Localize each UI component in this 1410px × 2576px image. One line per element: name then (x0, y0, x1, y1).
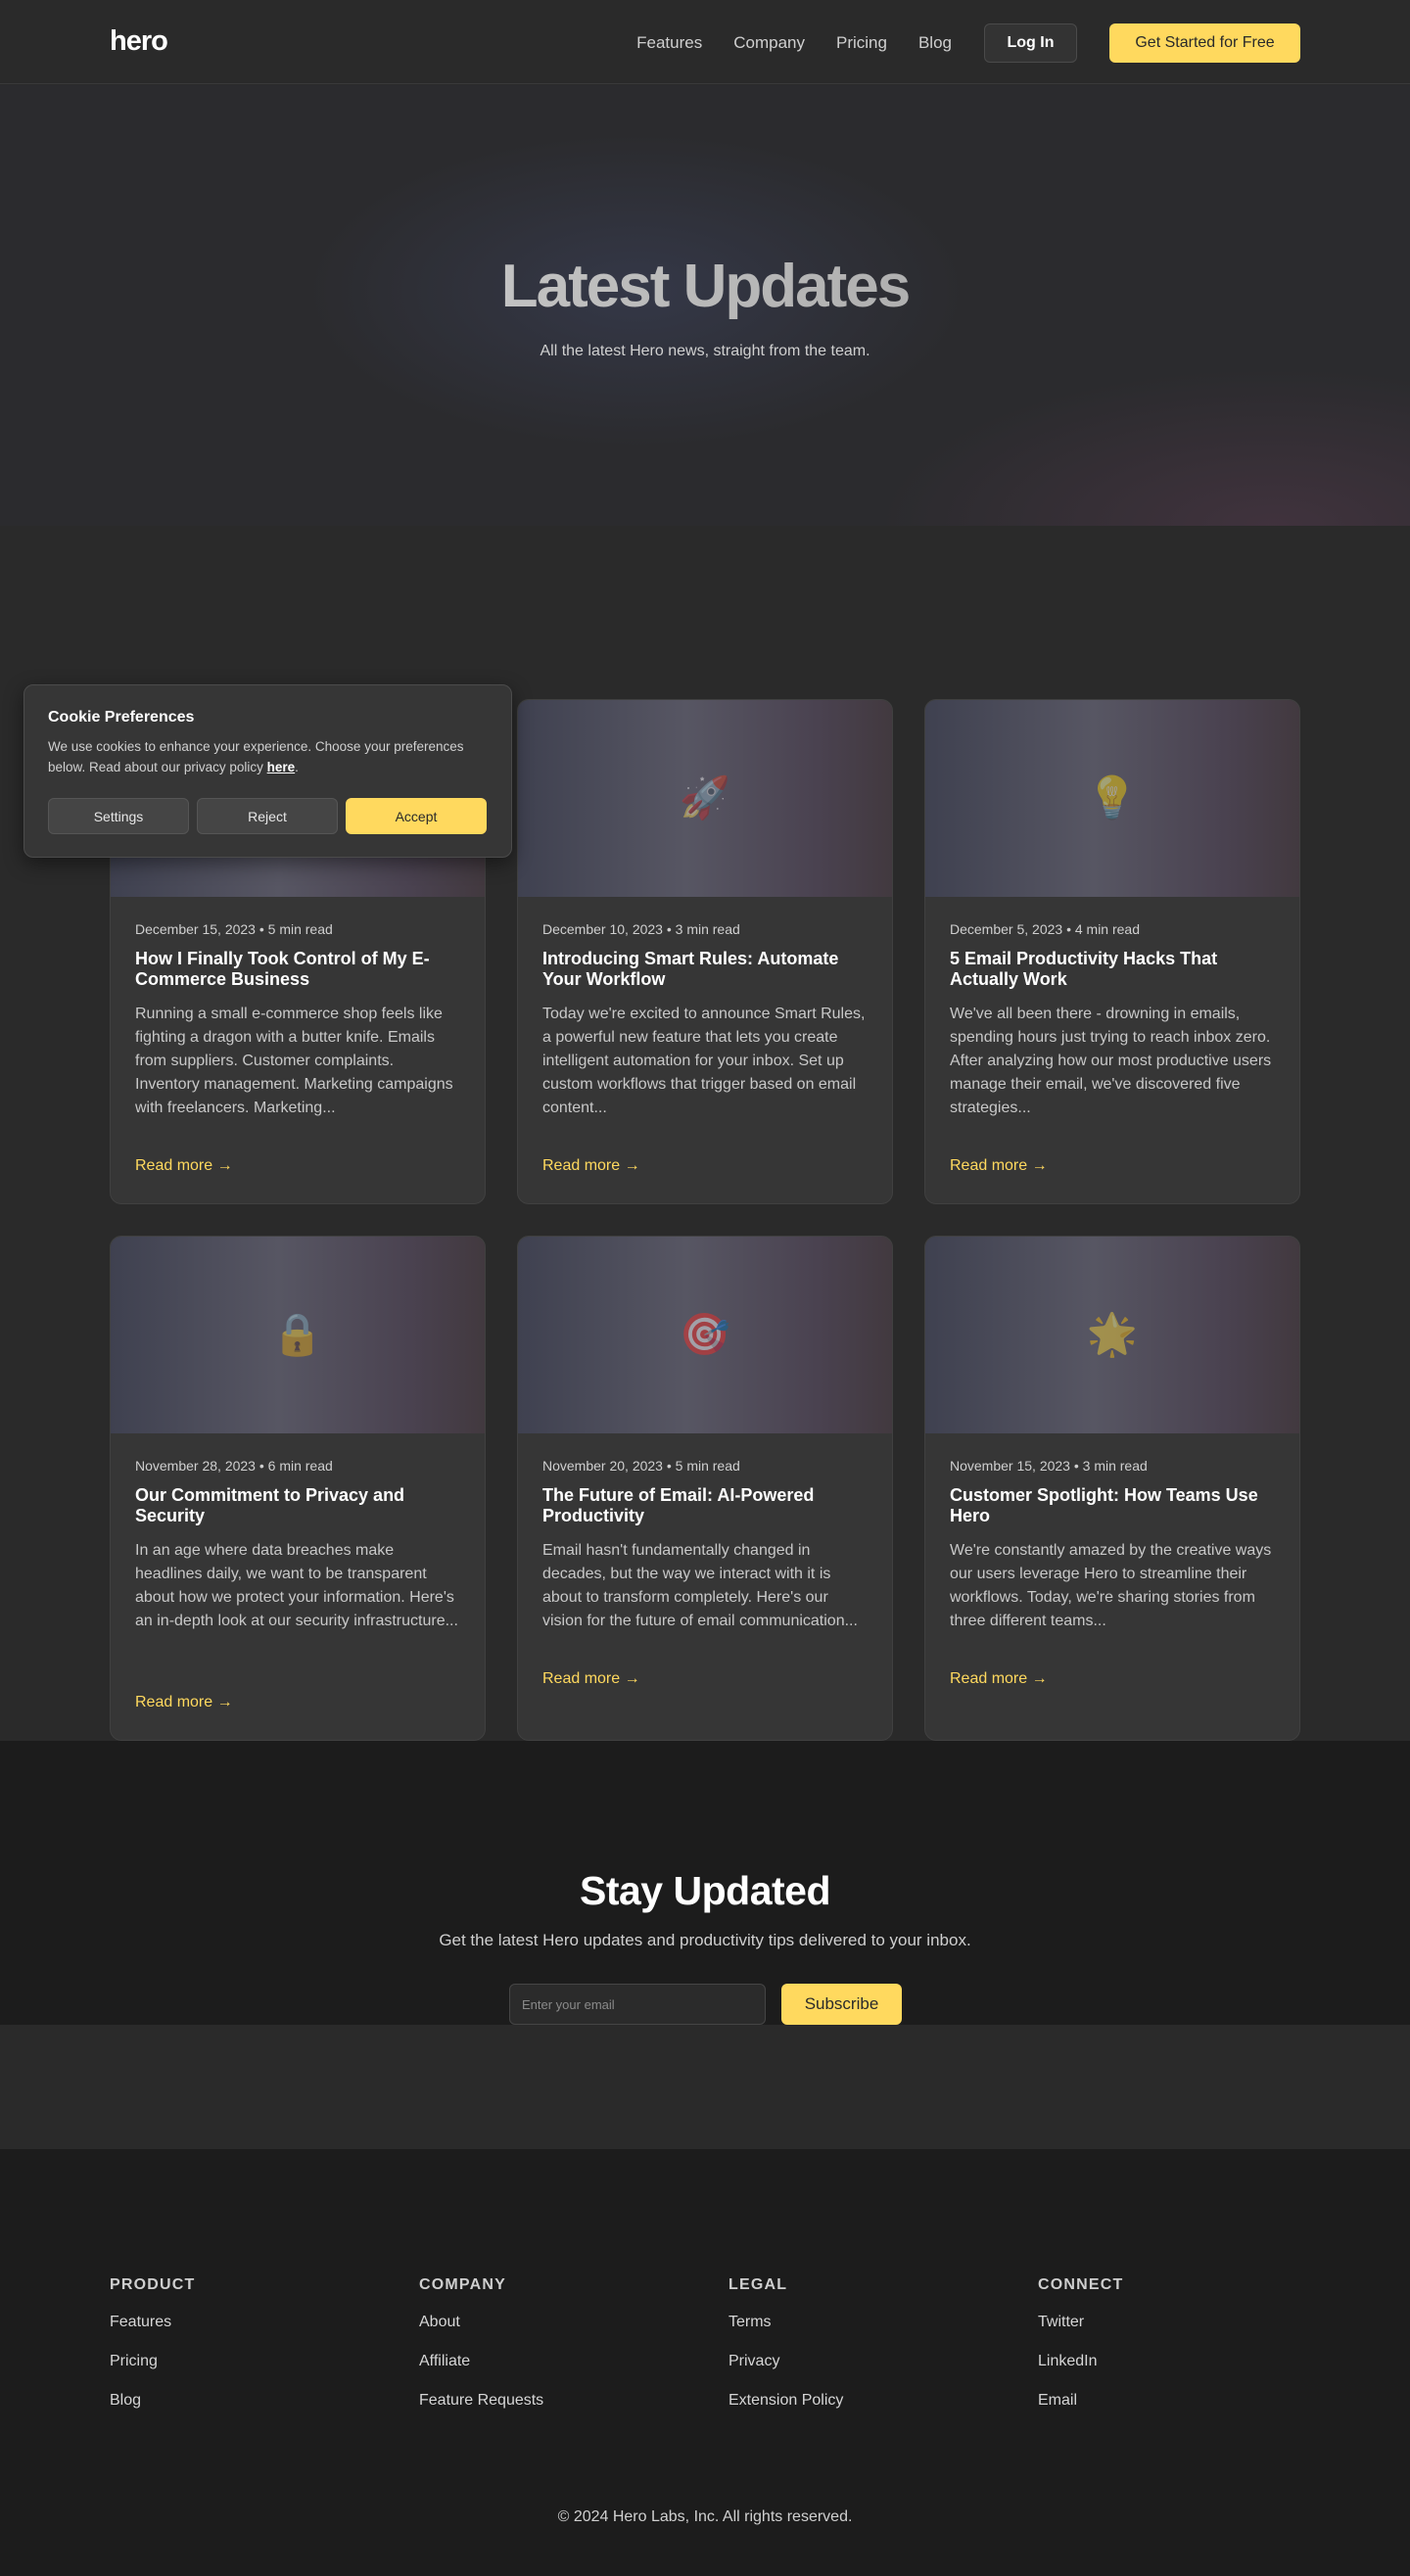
cookie-text-body: We use cookies to enhance your experienc… (48, 739, 464, 774)
card-meta: December 5, 2023 • 4 min read (950, 921, 1141, 937)
card-image: 🎯 (518, 1237, 892, 1433)
cookie-text-end: . (295, 760, 299, 774)
cookie-settings-button[interactable]: Settings (48, 798, 189, 834)
card-title[interactable]: Introducing Smart Rules: Automate Your W… (542, 949, 868, 990)
cookie-title: Cookie Preferences (48, 709, 195, 726)
footer-heading: COMPANY (419, 2276, 506, 2293)
get-started-button[interactable]: Get Started for Free (1109, 23, 1300, 63)
footer-link-affiliate[interactable]: Affiliate (419, 2352, 543, 2371)
footer-link-about[interactable]: About (419, 2313, 543, 2332)
blog-card[interactable]: 🌟 November 15, 2023 • 3 min read Custome… (924, 1236, 1300, 1741)
site-header: hero Features Company Pricing Blog Log I… (0, 0, 1410, 84)
email-input[interactable] (509, 1984, 766, 2025)
lock-icon: 🔒 (271, 1311, 324, 1357)
nav-link-blog[interactable]: Blog (918, 33, 952, 53)
logo[interactable]: hero (110, 25, 168, 58)
footer-link-pricing[interactable]: Pricing (110, 2352, 196, 2371)
blog-card[interactable]: 🎯 November 20, 2023 • 5 min read The Fut… (517, 1236, 893, 1741)
login-button[interactable]: Log In (984, 23, 1077, 63)
newsletter-form: Subscribe (509, 1984, 902, 2025)
star-icon: 🌟 (1086, 1311, 1139, 1357)
cookie-accept-button[interactable]: Accept (346, 798, 487, 834)
blog-card[interactable]: 🔒 November 28, 2023 • 6 min read Our Com… (110, 1236, 486, 1741)
nav-link-features[interactable]: Features (636, 33, 702, 53)
cookie-text: We use cookies to enhance your experienc… (48, 736, 488, 777)
card-image: 🚀 (518, 700, 892, 897)
copyright: © 2024 Hero Labs, Inc. All rights reserv… (557, 2508, 853, 2525)
card-meta: December 10, 2023 • 3 min read (542, 921, 740, 937)
read-more-link[interactable]: Read more → (135, 1157, 233, 1175)
footer-link-email[interactable]: Email (1038, 2391, 1124, 2411)
card-excerpt: We're constantly amazed by the creative … (950, 1542, 1272, 1629)
read-more-link[interactable]: Read more → (950, 1157, 1048, 1175)
card-title[interactable]: The Future of Email: AI-Powered Producti… (542, 1485, 868, 1526)
cookie-actions: Settings Reject Accept (48, 798, 487, 834)
footer-column-connect: CONNECT Twitter LinkedIn Email (1038, 2276, 1124, 2411)
newsletter-title: Stay Updated (580, 1868, 831, 1913)
card-title[interactable]: How I Finally Took Control of My E-Comme… (135, 949, 460, 990)
section-divider-band (0, 2025, 1410, 2149)
card-meta: December 15, 2023 • 5 min read (135, 921, 333, 937)
card-meta: November 28, 2023 • 6 min read (135, 1458, 333, 1474)
footer-heading: LEGAL (728, 2276, 788, 2293)
card-excerpt: Today we're excited to announce Smart Ru… (542, 1006, 866, 1116)
cookie-banner: Cookie Preferences We use cookies to enh… (24, 684, 512, 858)
card-image: 🔒 (111, 1237, 485, 1433)
card-meta: November 15, 2023 • 3 min read (950, 1458, 1148, 1474)
card-title[interactable]: 5 Email Productivity Hacks That Actually… (950, 949, 1275, 990)
footer-link-feature-requests[interactable]: Feature Requests (419, 2391, 543, 2411)
footer-link-blog[interactable]: Blog (110, 2391, 196, 2411)
footer-column-legal: LEGAL Terms Privacy Extension Policy (728, 2276, 843, 2411)
card-excerpt: We've all been there - drowning in email… (950, 1006, 1272, 1116)
card-title[interactable]: Customer Spotlight: How Teams Use Hero (950, 1485, 1275, 1526)
page-title: Latest Updates (0, 252, 1410, 321)
read-more-link[interactable]: Read more → (542, 1670, 640, 1688)
card-image: 🌟 (925, 1237, 1299, 1433)
cookie-reject-button[interactable]: Reject (197, 798, 338, 834)
privacy-policy-link[interactable]: here (267, 760, 296, 774)
card-excerpt: Email hasn't fundamentally changed in de… (542, 1542, 858, 1629)
newsletter-subtitle: Get the latest Hero updates and producti… (439, 1931, 971, 1949)
footer-link-linkedin[interactable]: LinkedIn (1038, 2352, 1124, 2371)
blog-card[interactable]: 💡 December 5, 2023 • 4 min read 5 Email … (924, 699, 1300, 1204)
footer-link-terms[interactable]: Terms (728, 2313, 843, 2332)
card-excerpt: In an age where data breaches make headl… (135, 1542, 458, 1629)
newsletter-section: Stay Updated Get the latest Hero updates… (0, 1741, 1410, 2025)
footer-link-privacy[interactable]: Privacy (728, 2352, 843, 2371)
read-more-link[interactable]: Read more → (542, 1157, 640, 1175)
subscribe-button[interactable]: Subscribe (781, 1984, 902, 2025)
footer-column-company: COMPANY About Affiliate Feature Requests (419, 2276, 543, 2411)
footer-column-product: PRODUCT Features Pricing Blog (110, 2276, 196, 2411)
footer-heading: PRODUCT (110, 2276, 196, 2293)
footer-heading: CONNECT (1038, 2276, 1124, 2293)
hero-section: Latest Updates All the latest Hero news,… (0, 85, 1410, 526)
page-subtitle: All the latest Hero news, straight from … (540, 343, 870, 359)
lightbulb-icon: 💡 (1086, 774, 1139, 820)
blog-card[interactable]: 🚀 December 10, 2023 • 3 min read Introdu… (517, 699, 893, 1204)
card-title[interactable]: Our Commitment to Privacy and Security (135, 1485, 460, 1526)
footer-link-features[interactable]: Features (110, 2313, 196, 2332)
card-image: 💡 (925, 700, 1299, 897)
rocket-icon: 🚀 (679, 774, 731, 820)
site-footer: PRODUCT Features Pricing Blog COMPANY Ab… (0, 2149, 1410, 2576)
card-excerpt: Running a small e-commerce shop feels li… (135, 1006, 453, 1116)
nav-link-pricing[interactable]: Pricing (836, 33, 887, 53)
card-meta: November 20, 2023 • 5 min read (542, 1458, 740, 1474)
footer-link-twitter[interactable]: Twitter (1038, 2313, 1124, 2332)
main-nav: Features Company Pricing Blog Log In Get… (636, 23, 1300, 63)
footer-link-extension-policy[interactable]: Extension Policy (728, 2391, 843, 2411)
read-more-link[interactable]: Read more → (950, 1670, 1048, 1688)
target-icon: 🎯 (679, 1311, 731, 1357)
nav-link-company[interactable]: Company (733, 33, 805, 53)
read-more-link[interactable]: Read more → (135, 1694, 233, 1711)
